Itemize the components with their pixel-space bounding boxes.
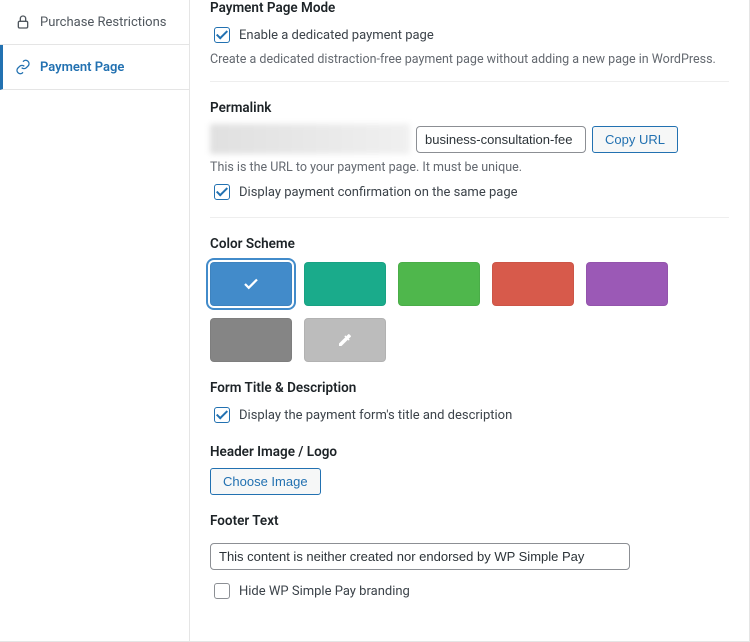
settings-sidebar: Purchase Restrictions Payment Page	[0, 0, 190, 641]
settings-content: Payment Page Mode Enable a dedicated pay…	[190, 0, 749, 641]
color-swatch-2[interactable]	[398, 262, 480, 306]
section-title-color: Color Scheme	[210, 236, 729, 252]
enable-payment-page-checkbox[interactable]	[214, 27, 230, 43]
choose-image-button[interactable]: Choose Image	[210, 468, 321, 495]
hide-branding-label: Hide WP Simple Pay branding	[239, 584, 410, 599]
sidebar-item-label: Payment Page	[40, 60, 124, 75]
copy-url-button[interactable]: Copy URL	[592, 126, 678, 153]
color-swatch-0[interactable]	[210, 262, 292, 306]
color-swatch-1[interactable]	[304, 262, 386, 306]
display-confirmation-checkbox[interactable]	[214, 184, 230, 200]
display-confirmation-label: Display payment confirmation on the same…	[239, 185, 518, 200]
link-icon	[14, 58, 32, 76]
sidebar-item-purchase-restrictions[interactable]: Purchase Restrictions	[0, 0, 189, 45]
section-title-form: Form Title & Description	[210, 380, 729, 396]
color-swatch-5[interactable]	[210, 318, 292, 362]
enable-payment-page-label: Enable a dedicated payment page	[239, 28, 434, 43]
footer-text-input[interactable]	[210, 543, 630, 570]
permalink-slug-input[interactable]	[416, 126, 586, 153]
mode-help-text: Create a dedicated distraction-free paym…	[210, 52, 729, 67]
hide-branding-checkbox[interactable]	[214, 583, 230, 599]
section-title-permalink: Permalink	[210, 100, 729, 116]
section-title-header: Header Image / Logo	[210, 444, 729, 460]
lock-icon	[14, 13, 32, 31]
display-form-title-checkbox[interactable]	[214, 407, 230, 423]
permalink-base-url	[210, 124, 410, 154]
permalink-help-text: This is the URL to your payment page. It…	[210, 160, 729, 175]
display-form-title-label: Display the payment form's title and des…	[239, 408, 512, 423]
sidebar-item-label: Purchase Restrictions	[40, 15, 166, 30]
sidebar-item-payment-page[interactable]: Payment Page	[0, 45, 189, 90]
color-swatches	[210, 262, 690, 362]
color-swatch-3[interactable]	[492, 262, 574, 306]
section-title-mode: Payment Page Mode	[210, 0, 729, 16]
color-swatch-4[interactable]	[586, 262, 668, 306]
color-picker-swatch[interactable]	[304, 318, 386, 362]
section-title-footer: Footer Text	[210, 513, 729, 529]
